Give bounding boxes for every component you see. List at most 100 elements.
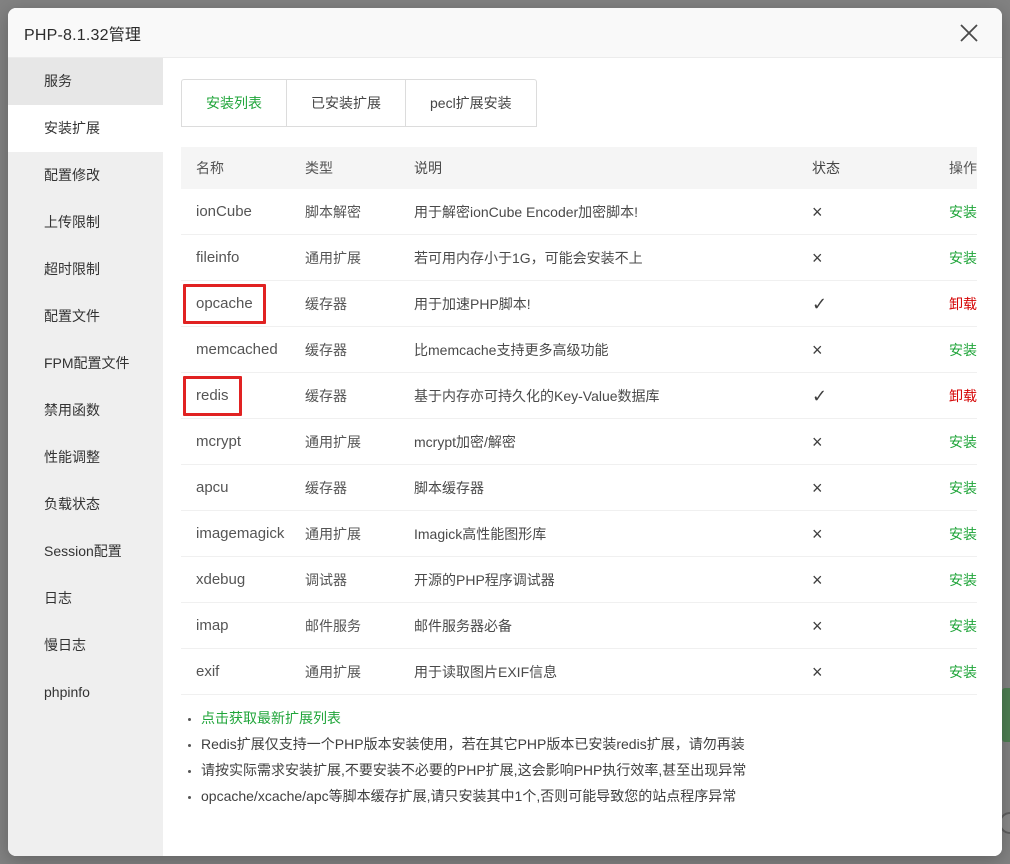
extension-type: 通用扩展	[305, 524, 414, 544]
sidebar-item[interactable]: 性能调整	[8, 434, 163, 481]
extension-name: ionCube	[196, 203, 252, 220]
status-icon: ×	[812, 202, 823, 222]
extension-status-cell: ×	[812, 617, 927, 635]
note-text: 点击获取最新扩展列表	[201, 710, 341, 726]
table-row: opcache 缓存器 用于加速PHP脚本! ✓ 卸载	[181, 281, 977, 327]
sidebar-item[interactable]: 负载状态	[8, 481, 163, 528]
status-icon: ×	[812, 478, 823, 498]
install-uninstall-button[interactable]: 安装	[949, 664, 977, 680]
tab[interactable]: pecl扩展安装	[405, 80, 536, 126]
extension-name-cell: memcached	[196, 340, 305, 360]
extension-name: redis	[183, 376, 242, 416]
extension-status-cell: ✓	[812, 387, 927, 405]
extension-action-cell: 安装	[927, 570, 977, 590]
sidebar-item[interactable]: 慢日志	[8, 622, 163, 669]
tab[interactable]: 安装列表	[182, 80, 286, 126]
sidebar-item[interactable]: 禁用函数	[8, 387, 163, 434]
status-icon: ×	[812, 248, 823, 268]
dimmed-background-button-fragment	[1002, 688, 1010, 742]
extension-description: 基于内存亦可持久化的Key-Value数据库	[414, 386, 812, 406]
php-manage-dialog: PHP-8.1.32管理 服务 安装扩展 配置修改	[8, 8, 1002, 856]
extension-name: xdebug	[196, 571, 245, 588]
extension-description: Imagick高性能图形库	[414, 524, 812, 544]
table-row: mcrypt 通用扩展 mcrypt加密/解密 × 安装	[181, 419, 977, 465]
dialog-title: PHP-8.1.32管理	[24, 21, 141, 45]
extension-status-cell: ×	[812, 203, 927, 221]
sidebar-item[interactable]: 上传限制	[8, 199, 163, 246]
sidebar-item[interactable]: 服务	[8, 58, 163, 105]
close-button[interactable]	[956, 20, 982, 46]
extension-status-cell: ×	[812, 433, 927, 451]
extension-name-cell: redis	[196, 386, 305, 406]
extension-description: 用于解密ionCube Encoder加密脚本!	[414, 202, 812, 222]
extension-status-cell: ×	[812, 571, 927, 589]
extension-name-cell: opcache	[196, 294, 305, 314]
tab[interactable]: 已安装扩展	[286, 80, 405, 126]
sidebar-item-label: 性能调整	[44, 449, 100, 465]
install-uninstall-button[interactable]: 安装	[949, 204, 977, 220]
dialog-header: PHP-8.1.32管理	[8, 8, 1002, 58]
extension-status-cell: ×	[812, 525, 927, 543]
extension-action-cell: 安装	[927, 478, 977, 498]
install-uninstall-button[interactable]: 安装	[949, 618, 977, 634]
extension-action-cell: 安装	[927, 202, 977, 222]
extension-action-cell: 安装	[927, 524, 977, 544]
table-row: apcu 缓存器 脚本缓存器 × 安装	[181, 465, 977, 511]
dialog-body: 服务 安装扩展 配置修改 上传限制 超时限制 配置	[8, 58, 1002, 856]
sidebar-item[interactable]: phpinfo	[8, 669, 163, 716]
install-uninstall-button[interactable]: 安装	[949, 250, 977, 266]
extension-name-cell: xdebug	[196, 570, 305, 590]
sidebar-item-label: phpinfo	[44, 684, 90, 700]
extension-type: 缓存器	[305, 386, 414, 406]
sidebar-item[interactable]: 配置文件	[8, 293, 163, 340]
install-uninstall-button[interactable]: 安装	[949, 526, 977, 542]
note-item: 请按实际需求安装扩展,不要安装不必要的PHP扩展,这会影响PHP执行效率,甚至出…	[201, 760, 977, 780]
extension-name: memcached	[196, 341, 278, 358]
extension-status-cell: ×	[812, 663, 927, 681]
sidebar-item[interactable]: 配置修改	[8, 152, 163, 199]
install-uninstall-button[interactable]: 安装	[949, 434, 977, 450]
sidebar-item[interactable]: 安装扩展	[8, 105, 163, 152]
table-row: imap 邮件服务 邮件服务器必备 × 安装	[181, 603, 977, 649]
sidebar-item[interactable]: FPM配置文件	[8, 340, 163, 387]
column-header-action: 操作	[927, 158, 977, 178]
extension-type: 脚本解密	[305, 202, 414, 222]
column-header-desc: 说明	[414, 158, 812, 178]
extension-name-cell: imagemagick	[196, 524, 305, 544]
extension-description: 比memcache支持更多高级功能	[414, 340, 812, 360]
sidebar-item[interactable]: Session配置	[8, 528, 163, 575]
install-uninstall-button[interactable]: 安装	[949, 480, 977, 496]
tab-label: 安装列表	[206, 95, 262, 111]
status-icon: ✓	[812, 386, 827, 406]
sidebar-item[interactable]: 超时限制	[8, 246, 163, 293]
extension-action-cell: 安装	[927, 616, 977, 636]
extension-type: 缓存器	[305, 340, 414, 360]
status-icon: ×	[812, 570, 823, 590]
table-row: fileinfo 通用扩展 若可用内存小于1G，可能会安装不上 × 安装	[181, 235, 977, 281]
install-uninstall-button[interactable]: 安装	[949, 342, 977, 358]
extension-description: mcrypt加密/解密	[414, 432, 812, 452]
tab-bar: 安装列表 已安装扩展 pecl扩展安装	[181, 79, 537, 127]
extension-type: 通用扩展	[305, 662, 414, 682]
sidebar-item-label: 服务	[44, 73, 72, 89]
status-icon: ×	[812, 616, 823, 636]
tab-label: pecl扩展安装	[430, 95, 512, 111]
install-uninstall-button[interactable]: 卸载	[949, 388, 977, 404]
install-uninstall-button[interactable]: 卸载	[949, 296, 977, 312]
extension-type: 缓存器	[305, 478, 414, 498]
status-icon: ×	[812, 432, 823, 452]
note-text: 请按实际需求安装扩展,不要安装不必要的PHP扩展,这会影响PHP执行效率,甚至出…	[201, 762, 746, 778]
sidebar-item[interactable]: 日志	[8, 575, 163, 622]
table-row: ionCube 脚本解密 用于解密ionCube Encoder加密脚本! × …	[181, 189, 977, 235]
extension-description: 若可用内存小于1G，可能会安装不上	[414, 248, 812, 268]
table-row: redis 缓存器 基于内存亦可持久化的Key-Value数据库 ✓ 卸载	[181, 373, 977, 419]
extension-name-cell: mcrypt	[196, 432, 305, 452]
extension-action-cell: 安装	[927, 248, 977, 268]
extension-type: 通用扩展	[305, 248, 414, 268]
extension-status-cell: ×	[812, 341, 927, 359]
extension-name-cell: exif	[196, 662, 305, 682]
sidebar-item-label: 安装扩展	[44, 120, 100, 136]
install-uninstall-button[interactable]: 安装	[949, 572, 977, 588]
note-text: Redis扩展仅支持一个PHP版本安装使用，若在其它PHP版本已安装redis扩…	[201, 736, 745, 752]
extension-description: 邮件服务器必备	[414, 616, 812, 636]
